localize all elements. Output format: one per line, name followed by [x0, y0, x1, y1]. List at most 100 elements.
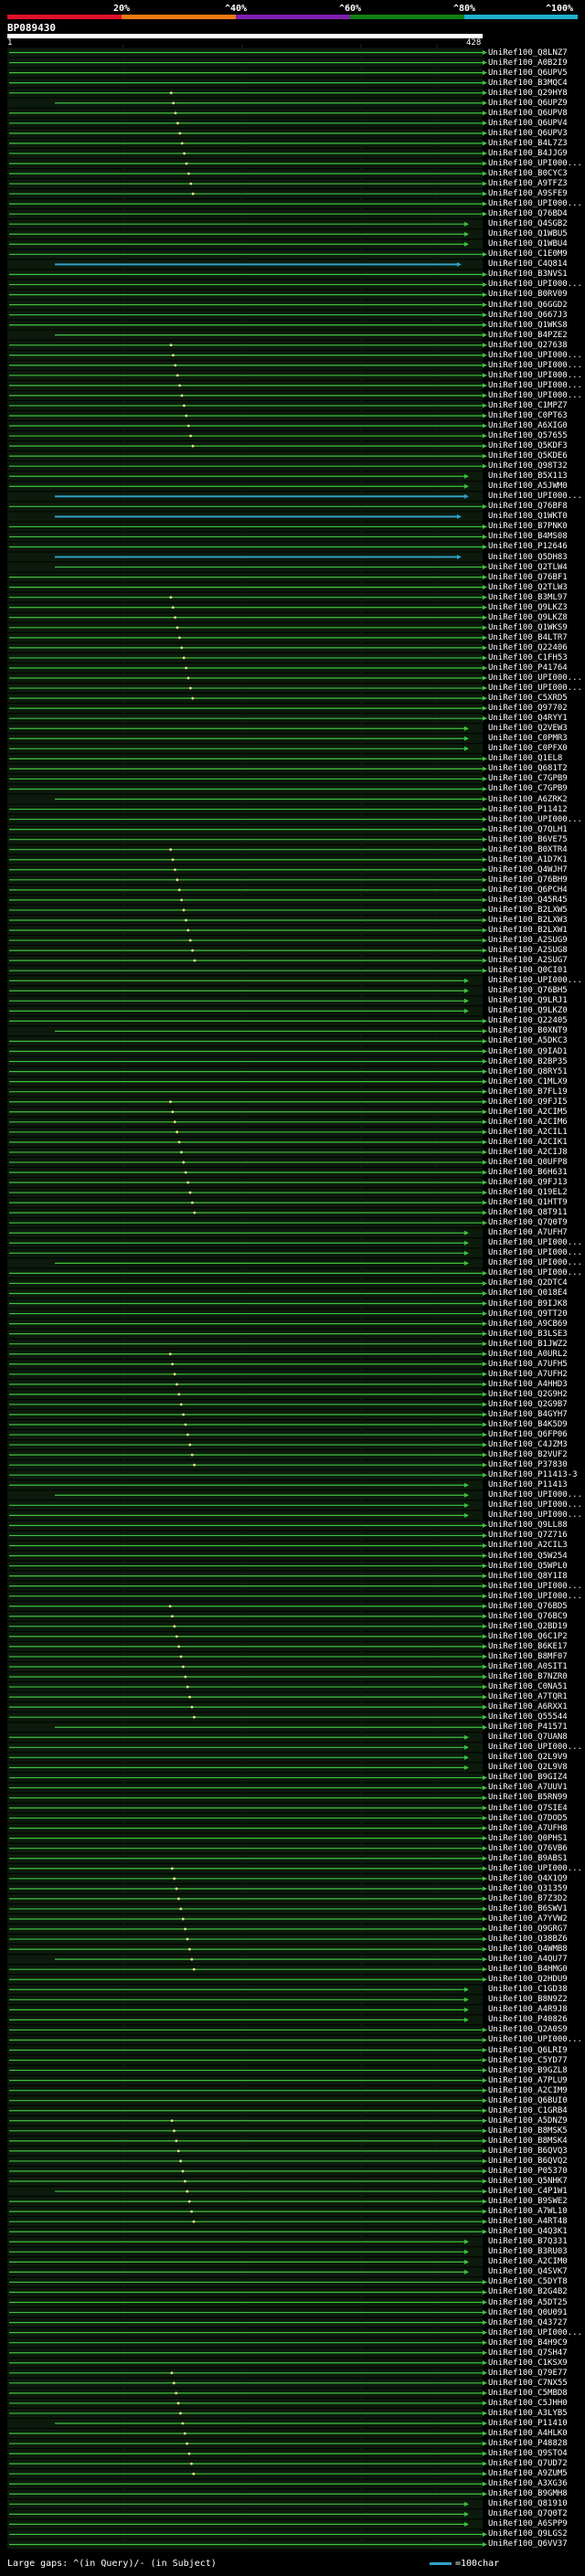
- hit-label[interactable]: UniRef100_Q9LKZ8: [488, 613, 568, 622]
- hit-label[interactable]: UniRef100_B4H9C9: [488, 2338, 568, 2348]
- hit-label[interactable]: UniRef100_Q9LRJ1: [488, 996, 568, 1005]
- hit-label[interactable]: UniRef100_Q4RYY1: [488, 714, 568, 723]
- hit-label[interactable]: UniRef100_Q2L9V9: [488, 1753, 568, 1762]
- hit-label[interactable]: UniRef100_Q19EL2: [488, 1188, 568, 1197]
- hit-label[interactable]: UniRef100_Q38BZ6: [488, 1935, 568, 1944]
- hit-label[interactable]: UniRef100_C7GPB9: [488, 774, 568, 783]
- hit-label[interactable]: UniRef100_Q6UPV3: [488, 129, 568, 138]
- hit-label[interactable]: UniRef100_UPI000...: [488, 361, 582, 370]
- hit-label[interactable]: UniRef100_UPI000...: [488, 2035, 582, 2044]
- hit-label[interactable]: UniRef100_Q1WBU4: [488, 239, 568, 249]
- hit-label[interactable]: UniRef100_B8N9Z2: [488, 1995, 568, 2004]
- hit-label[interactable]: UniRef100_UPI000...: [488, 351, 582, 360]
- hit-label[interactable]: UniRef100_B8MF07: [488, 1652, 568, 1661]
- hit-label[interactable]: UniRef100_B2VUF2: [488, 1450, 568, 1459]
- hit-label[interactable]: UniRef100_Q7Q0T9: [488, 1218, 568, 1227]
- hit-label[interactable]: UniRef100_Q2G9H2: [488, 1390, 568, 1399]
- hit-label[interactable]: UniRef100_Q6BUI0: [488, 2096, 568, 2105]
- hit-label[interactable]: UniRef100_Q27638: [488, 341, 568, 350]
- hit-label[interactable]: UniRef100_A6SPP9: [488, 2519, 568, 2528]
- hit-label[interactable]: UniRef100_UPI000...: [488, 1238, 582, 1247]
- hit-label[interactable]: UniRef100_C4P1W1: [488, 2187, 568, 2196]
- hit-label[interactable]: UniRef100_Q81910: [488, 2499, 568, 2508]
- hit-label[interactable]: UniRef100_Q6VV37: [488, 2539, 568, 2549]
- hit-label[interactable]: UniRef100_A2CIJ8: [488, 1148, 568, 1157]
- hit-label[interactable]: UniRef100_Q667J3: [488, 311, 568, 320]
- hit-label[interactable]: UniRef100_UPI000...: [488, 673, 582, 683]
- hit-label[interactable]: UniRef100_B3RU03: [488, 2247, 568, 2256]
- hit-label[interactable]: UniRef100_C5JHH0: [488, 2399, 568, 2408]
- hit-label[interactable]: UniRef100_Q76BF8: [488, 502, 568, 511]
- hit-label[interactable]: UniRef100_UPI000...: [488, 684, 582, 693]
- hit-label[interactable]: UniRef100_A4QU77: [488, 1955, 568, 1964]
- hit-label[interactable]: UniRef100_Q5KDF3: [488, 441, 568, 451]
- hit-label[interactable]: UniRef100_A2CIM5: [488, 1108, 568, 1117]
- hit-label[interactable]: UniRef100_B6QVQ3: [488, 2147, 568, 2156]
- hit-label[interactable]: UniRef100_Q4WMB8: [488, 1945, 568, 1954]
- hit-label[interactable]: UniRef100_Q45R45: [488, 896, 568, 905]
- hit-label[interactable]: UniRef100_A2CIL1: [488, 1128, 568, 1137]
- hit-label[interactable]: UniRef100_Q76BD4: [488, 209, 568, 218]
- hit-label[interactable]: UniRef100_UPI000...: [488, 1248, 582, 1257]
- hit-label[interactable]: UniRef100_Q2DTC4: [488, 1278, 568, 1288]
- hit-label[interactable]: UniRef100_A9ZUM5: [488, 2469, 568, 2478]
- hit-label[interactable]: UniRef100_Q9IAD1: [488, 1047, 568, 1056]
- hit-label[interactable]: UniRef100_Q0PHS1: [488, 1834, 568, 1843]
- hit-label[interactable]: UniRef100_Q6PCH4: [488, 885, 568, 895]
- hit-label[interactable]: UniRef100_A7UFH8: [488, 1824, 568, 1833]
- hit-label[interactable]: UniRef100_C0NA51: [488, 1682, 568, 1691]
- hit-label[interactable]: UniRef100_Q7Q0T2: [488, 2509, 568, 2518]
- hit-label[interactable]: UniRef100_B5X113: [488, 472, 568, 481]
- hit-label[interactable]: UniRef100_UPI000...: [488, 280, 582, 289]
- hit-label[interactable]: UniRef100_Q1WKS8: [488, 321, 568, 330]
- hit-label[interactable]: UniRef100_UPI000...: [488, 1490, 582, 1500]
- hit-label[interactable]: UniRef100_A4HLK0: [488, 2429, 568, 2438]
- hit-label[interactable]: UniRef100_Q9FJI5: [488, 1097, 568, 1107]
- hit-label[interactable]: UniRef100_A2CIM6: [488, 1118, 568, 1127]
- hit-label[interactable]: UniRef100_A5DKC3: [488, 1036, 568, 1045]
- hit-label[interactable]: UniRef100_Q7UD72: [488, 2459, 568, 2468]
- hit-label[interactable]: UniRef100_Q76BH9: [488, 875, 568, 885]
- hit-label[interactable]: UniRef100_Q6UPZ9: [488, 99, 568, 108]
- hit-label[interactable]: UniRef100_B2LXW5: [488, 906, 568, 915]
- hit-label[interactable]: UniRef100_B5RN99: [488, 1793, 568, 1802]
- hit-label[interactable]: UniRef100_A2CIM9: [488, 2086, 568, 2095]
- hit-label[interactable]: UniRef100_B4K5D9: [488, 1420, 568, 1429]
- hit-label[interactable]: UniRef100_B6VE75: [488, 835, 568, 844]
- hit-label[interactable]: UniRef100_B7FL19: [488, 1087, 568, 1097]
- hit-label[interactable]: UniRef100_A2CIK1: [488, 1138, 568, 1147]
- hit-label[interactable]: UniRef100_B9GZL8: [488, 2066, 568, 2075]
- hit-label[interactable]: UniRef100_C0PT63: [488, 411, 568, 420]
- hit-label[interactable]: UniRef100_Q8LNZ7: [488, 48, 568, 58]
- hit-label[interactable]: UniRef100_Q0CI01: [488, 966, 568, 975]
- hit-label[interactable]: UniRef100_P11412: [488, 805, 568, 814]
- hit-label[interactable]: UniRef100_C0PMR3: [488, 734, 568, 743]
- hit-label[interactable]: UniRef100_A2SUG8: [488, 946, 568, 955]
- hit-label[interactable]: UniRef100_A2SUG9: [488, 936, 568, 945]
- hit-label[interactable]: UniRef100_UPI000...: [488, 199, 582, 208]
- hit-label[interactable]: UniRef100_A1D7K1: [488, 855, 568, 864]
- hit-label[interactable]: UniRef100_A5DNZ9: [488, 2116, 568, 2125]
- hit-label[interactable]: UniRef100_P11413-3: [488, 1470, 578, 1479]
- hit-label[interactable]: UniRef100_B0CYC3: [488, 169, 568, 178]
- hit-label[interactable]: UniRef100_P11413: [488, 1480, 568, 1489]
- hit-label[interactable]: UniRef100_Q9LL88: [488, 1521, 568, 1530]
- hit-label[interactable]: UniRef100_B4LTR7: [488, 633, 568, 642]
- hit-label[interactable]: UniRef100_Q0UFP8: [488, 1158, 568, 1167]
- hit-label[interactable]: UniRef100_C1GD38: [488, 1985, 568, 1994]
- hit-label[interactable]: UniRef100_Q7Z716: [488, 1531, 568, 1540]
- hit-label[interactable]: UniRef100_A7UFH7: [488, 1228, 568, 1237]
- hit-label[interactable]: UniRef100_A7PLU9: [488, 2076, 568, 2085]
- hit-label[interactable]: UniRef100_C4Q814: [488, 260, 568, 269]
- hit-label[interactable]: UniRef100_A5DT25: [488, 2298, 568, 2307]
- hit-label[interactable]: UniRef100_C1KSX9: [488, 2359, 568, 2368]
- hit-label[interactable]: UniRef100_Q7UAN8: [488, 1733, 568, 1742]
- hit-label[interactable]: UniRef100_A7TQR1: [488, 1692, 568, 1701]
- hit-label[interactable]: UniRef100_Q2HDU9: [488, 1975, 568, 1984]
- hit-label[interactable]: UniRef100_Q2TLW4: [488, 563, 568, 572]
- hit-label[interactable]: UniRef100_Q55544: [488, 1712, 568, 1722]
- hit-label[interactable]: UniRef100_A7UFH2: [488, 1370, 568, 1379]
- hit-label[interactable]: UniRef100_Q1EL8: [488, 754, 562, 763]
- hit-label[interactable]: UniRef100_Q29HY8: [488, 89, 568, 98]
- hit-label[interactable]: UniRef100_B2G4B2: [488, 2287, 568, 2296]
